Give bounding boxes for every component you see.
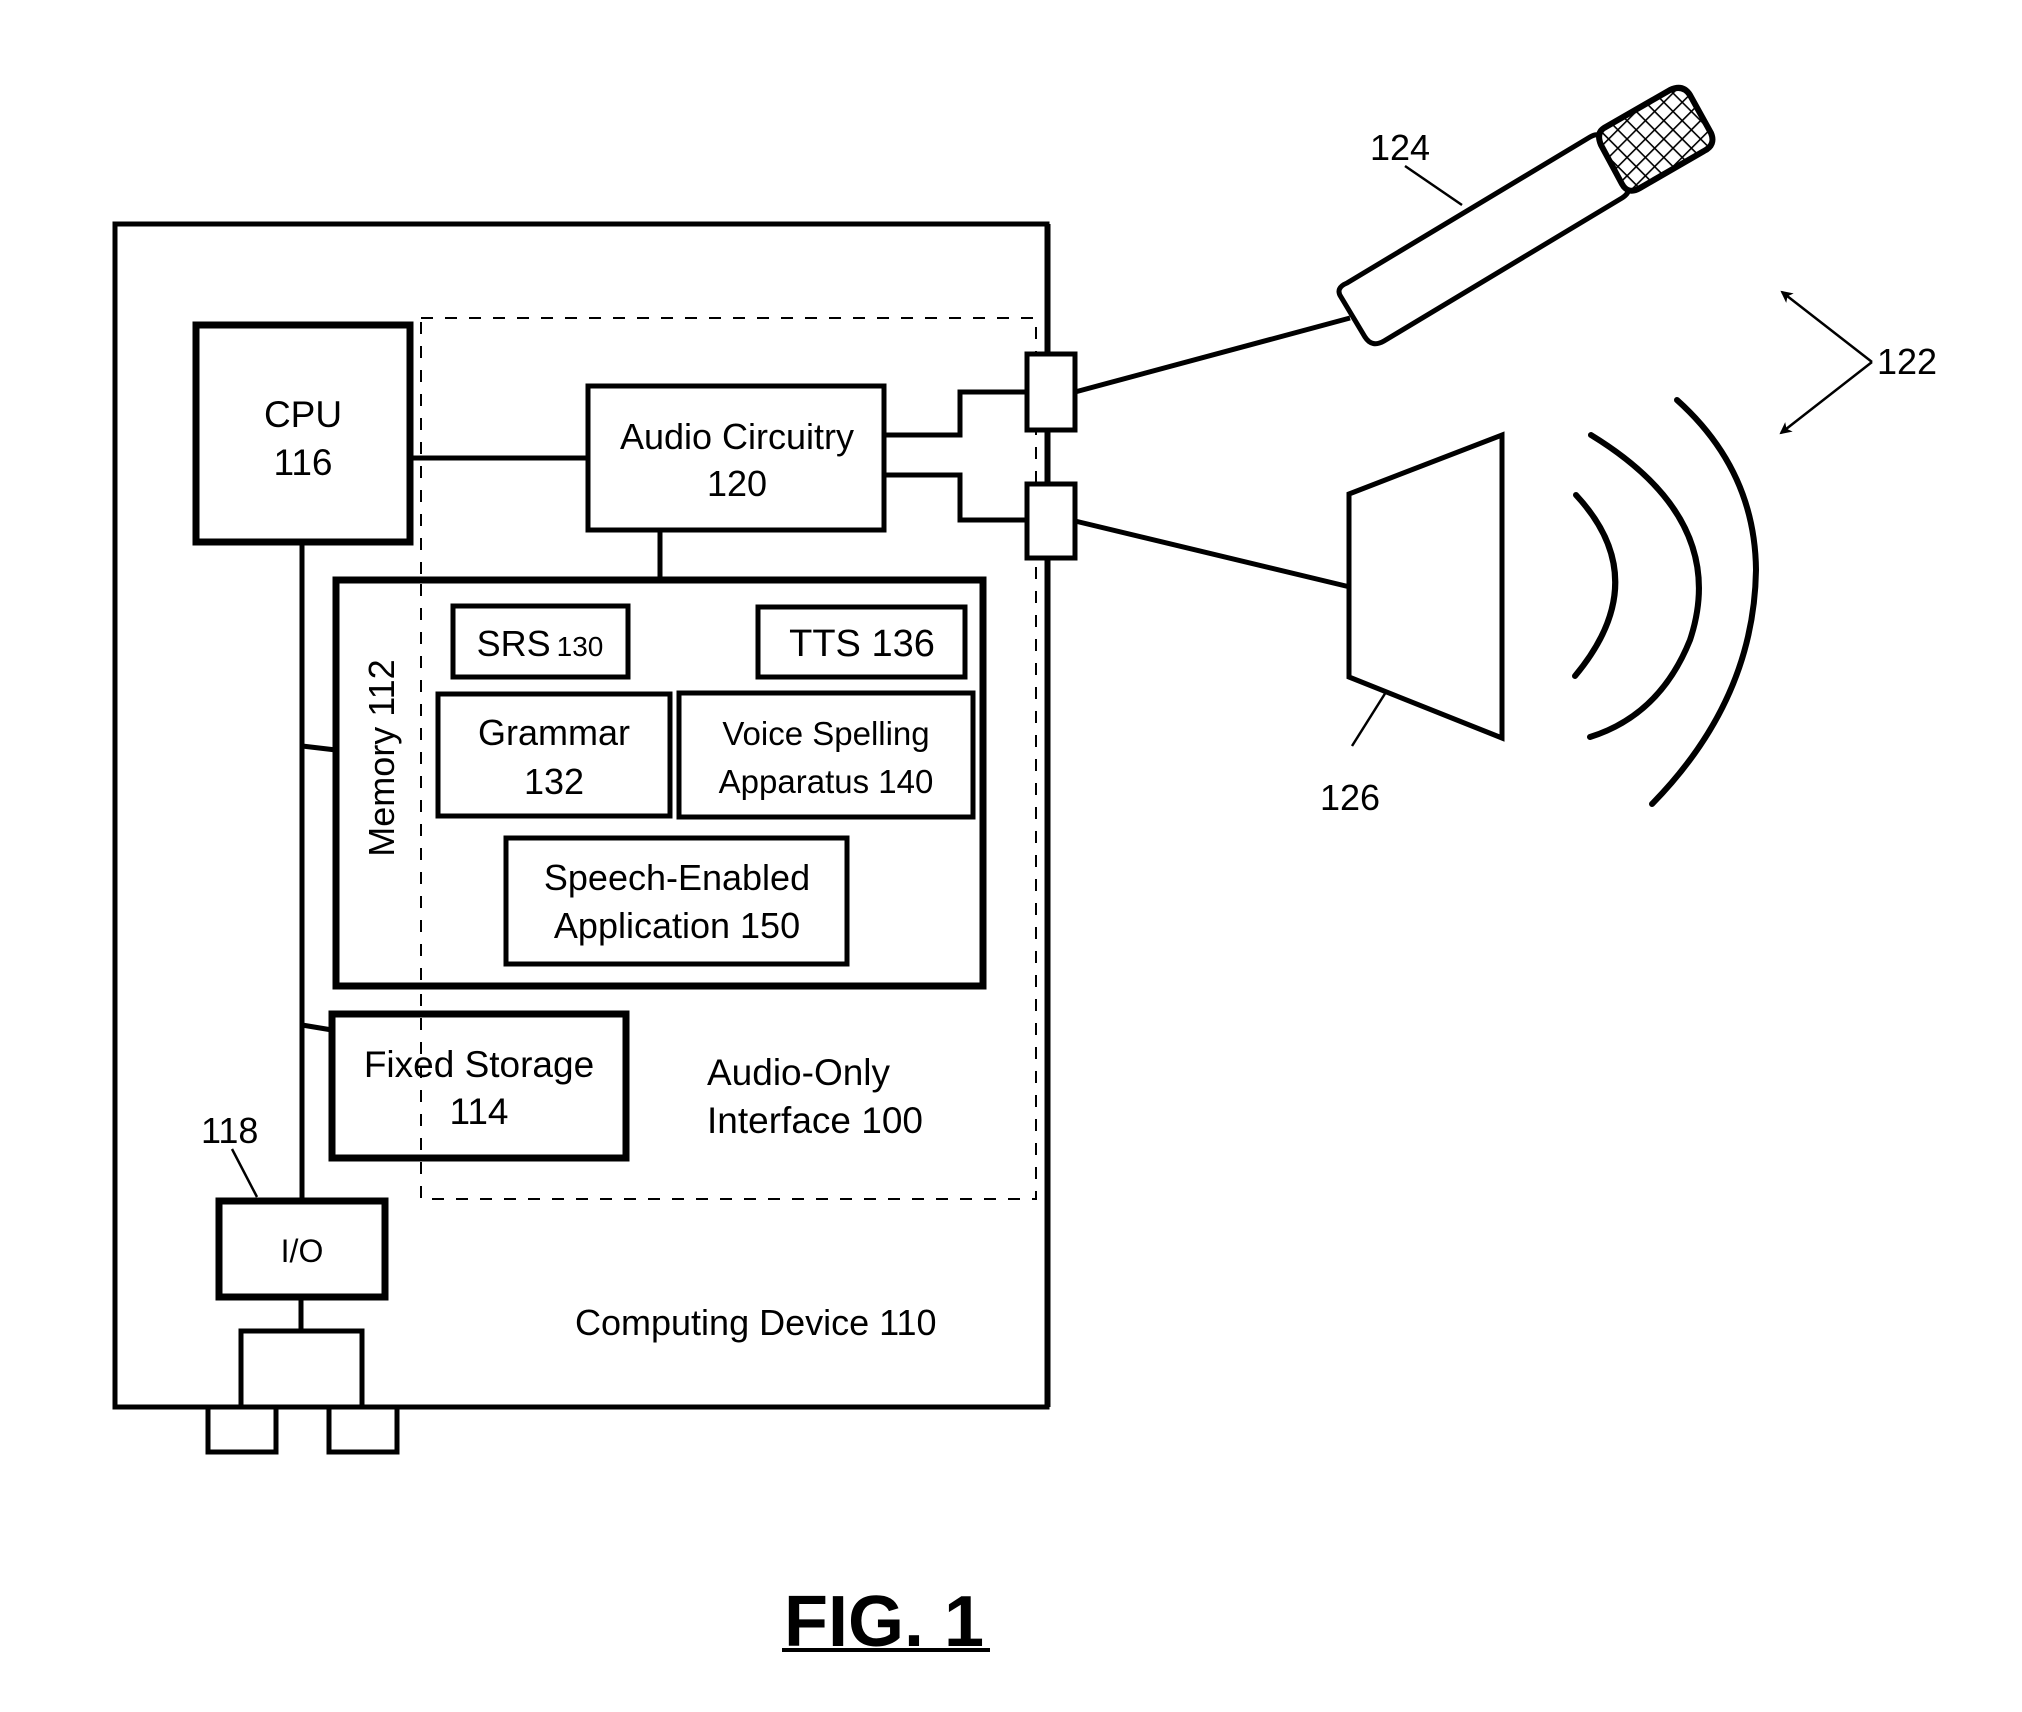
grammar-block: Grammar 132 bbox=[435, 691, 673, 819]
grammar-ref: 132 bbox=[524, 761, 584, 802]
speaker-cable bbox=[1074, 518, 1351, 590]
speaker-jack bbox=[1024, 481, 1078, 561]
audio-devices-ref: 122 bbox=[1877, 341, 1937, 382]
speaker-icon bbox=[1346, 431, 1505, 742]
speech-app-label: Speech-Enabled bbox=[544, 857, 810, 898]
io-ref: 118 bbox=[201, 1110, 258, 1151]
voice-spelling-block: Voice Spelling Apparatus 140 bbox=[676, 690, 976, 820]
io-connector bbox=[238, 1328, 365, 1410]
sound-wave-large bbox=[1649, 397, 1760, 807]
tts-label: TTS 136 bbox=[789, 623, 935, 665]
microphone-ref-leader bbox=[1404, 164, 1463, 207]
computing-device-label: Computing Device 110 bbox=[575, 1302, 937, 1343]
audio-only-interface-ref: Interface 100 bbox=[707, 1100, 923, 1141]
voice-spelling-label: Voice Spelling bbox=[722, 715, 929, 752]
io-port-left bbox=[205, 1404, 279, 1455]
grammar-label: Grammar bbox=[478, 712, 630, 753]
speech-app-ref: Application 150 bbox=[554, 905, 800, 946]
cpu-label: CPU bbox=[264, 394, 342, 435]
voice-spelling-ref: Apparatus 140 bbox=[719, 763, 934, 800]
fixed-storage-ref: 114 bbox=[450, 1091, 509, 1132]
speech-app-block: Speech-Enabled Application 150 bbox=[503, 835, 850, 967]
srs-block: SRS 130 bbox=[450, 603, 631, 680]
audio-circuitry-block: Audio Circuitry 120 bbox=[585, 383, 887, 533]
mic-cable bbox=[1074, 315, 1351, 395]
mic-jack bbox=[1024, 351, 1078, 433]
sound-wave-medium bbox=[1587, 432, 1702, 740]
cpu-block: CPU 116 bbox=[192, 321, 414, 546]
sound-wave-small bbox=[1572, 492, 1619, 679]
audio-circuitry-label: Audio Circuitry bbox=[620, 416, 854, 457]
io-label: I/O bbox=[281, 1233, 324, 1269]
microphone-ref: 124 bbox=[1370, 127, 1430, 168]
ref-122-arrow-down bbox=[1779, 361, 1873, 435]
io-block: I/O bbox=[215, 1197, 389, 1301]
io-port-right bbox=[326, 1404, 400, 1455]
patent-figure: CPU 116 Audio Circuitry 120 Memory 112 S… bbox=[112, 84, 1937, 1662]
audio-circuitry-ref: 120 bbox=[707, 463, 767, 504]
speaker-ref-leader bbox=[1350, 691, 1388, 747]
ref-122-arrow-up bbox=[1780, 290, 1873, 363]
speaker-ref: 126 bbox=[1320, 777, 1380, 818]
tts-block: TTS 136 bbox=[755, 604, 968, 680]
fixed-storage-label: Fixed Storage bbox=[364, 1044, 594, 1085]
memory-label: Memory 112 bbox=[361, 659, 402, 856]
cpu-ref: 116 bbox=[274, 442, 333, 483]
audio-only-interface-label: Audio-Only bbox=[707, 1052, 891, 1093]
fixed-storage-block: Fixed Storage 114 bbox=[328, 1010, 630, 1162]
